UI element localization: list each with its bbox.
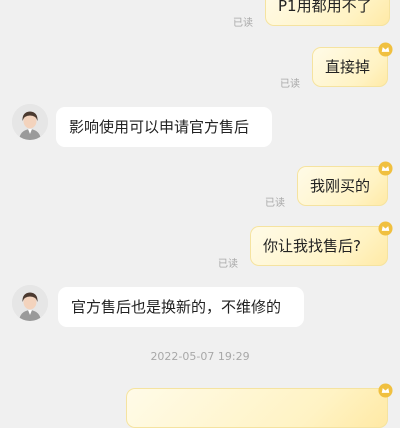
- outgoing-message[interactable]: 直接掉: [312, 42, 393, 87]
- gold-member-icon: [378, 42, 393, 57]
- chat-area[interactable]: 已读 P1用都用不了 已读 直接掉 影响使用可以申请官方售后 已读 我刚买的 已…: [0, 0, 400, 428]
- outgoing-message[interactable]: P1用都用不了: [265, 0, 390, 26]
- outgoing-message[interactable]: 你让我找售后?: [250, 221, 393, 266]
- read-receipt: 已读: [233, 18, 253, 29]
- incoming-message[interactable]: 官方售后也是换新的，不维修的: [58, 287, 304, 327]
- timestamp: 2022-05-07 19:29: [150, 350, 250, 363]
- message-text: 你让我找售后?: [263, 237, 361, 255]
- service-agent-avatar: [12, 285, 48, 321]
- incoming-message[interactable]: 影响使用可以申请官方售后: [56, 107, 272, 147]
- message-text: P1用都用不了: [278, 0, 372, 15]
- message-text: 我刚买的: [310, 177, 371, 195]
- read-receipt: 已读: [265, 198, 285, 209]
- gold-member-icon: [378, 161, 393, 176]
- service-agent-avatar: [12, 104, 48, 140]
- avatar[interactable]: [12, 285, 48, 321]
- gold-member-icon: [378, 221, 393, 236]
- avatar[interactable]: [12, 104, 48, 140]
- message-text: 影响使用可以申请官方售后: [69, 118, 250, 136]
- message-text: 直接掉: [325, 58, 371, 76]
- outgoing-message-partial[interactable]: [126, 383, 393, 428]
- outgoing-message[interactable]: 我刚买的: [297, 161, 393, 206]
- gold-member-icon: [378, 383, 393, 398]
- read-receipt: 已读: [218, 259, 238, 270]
- message-text: 官方售后也是换新的，不维修的: [71, 298, 282, 316]
- read-receipt: 已读: [280, 79, 300, 90]
